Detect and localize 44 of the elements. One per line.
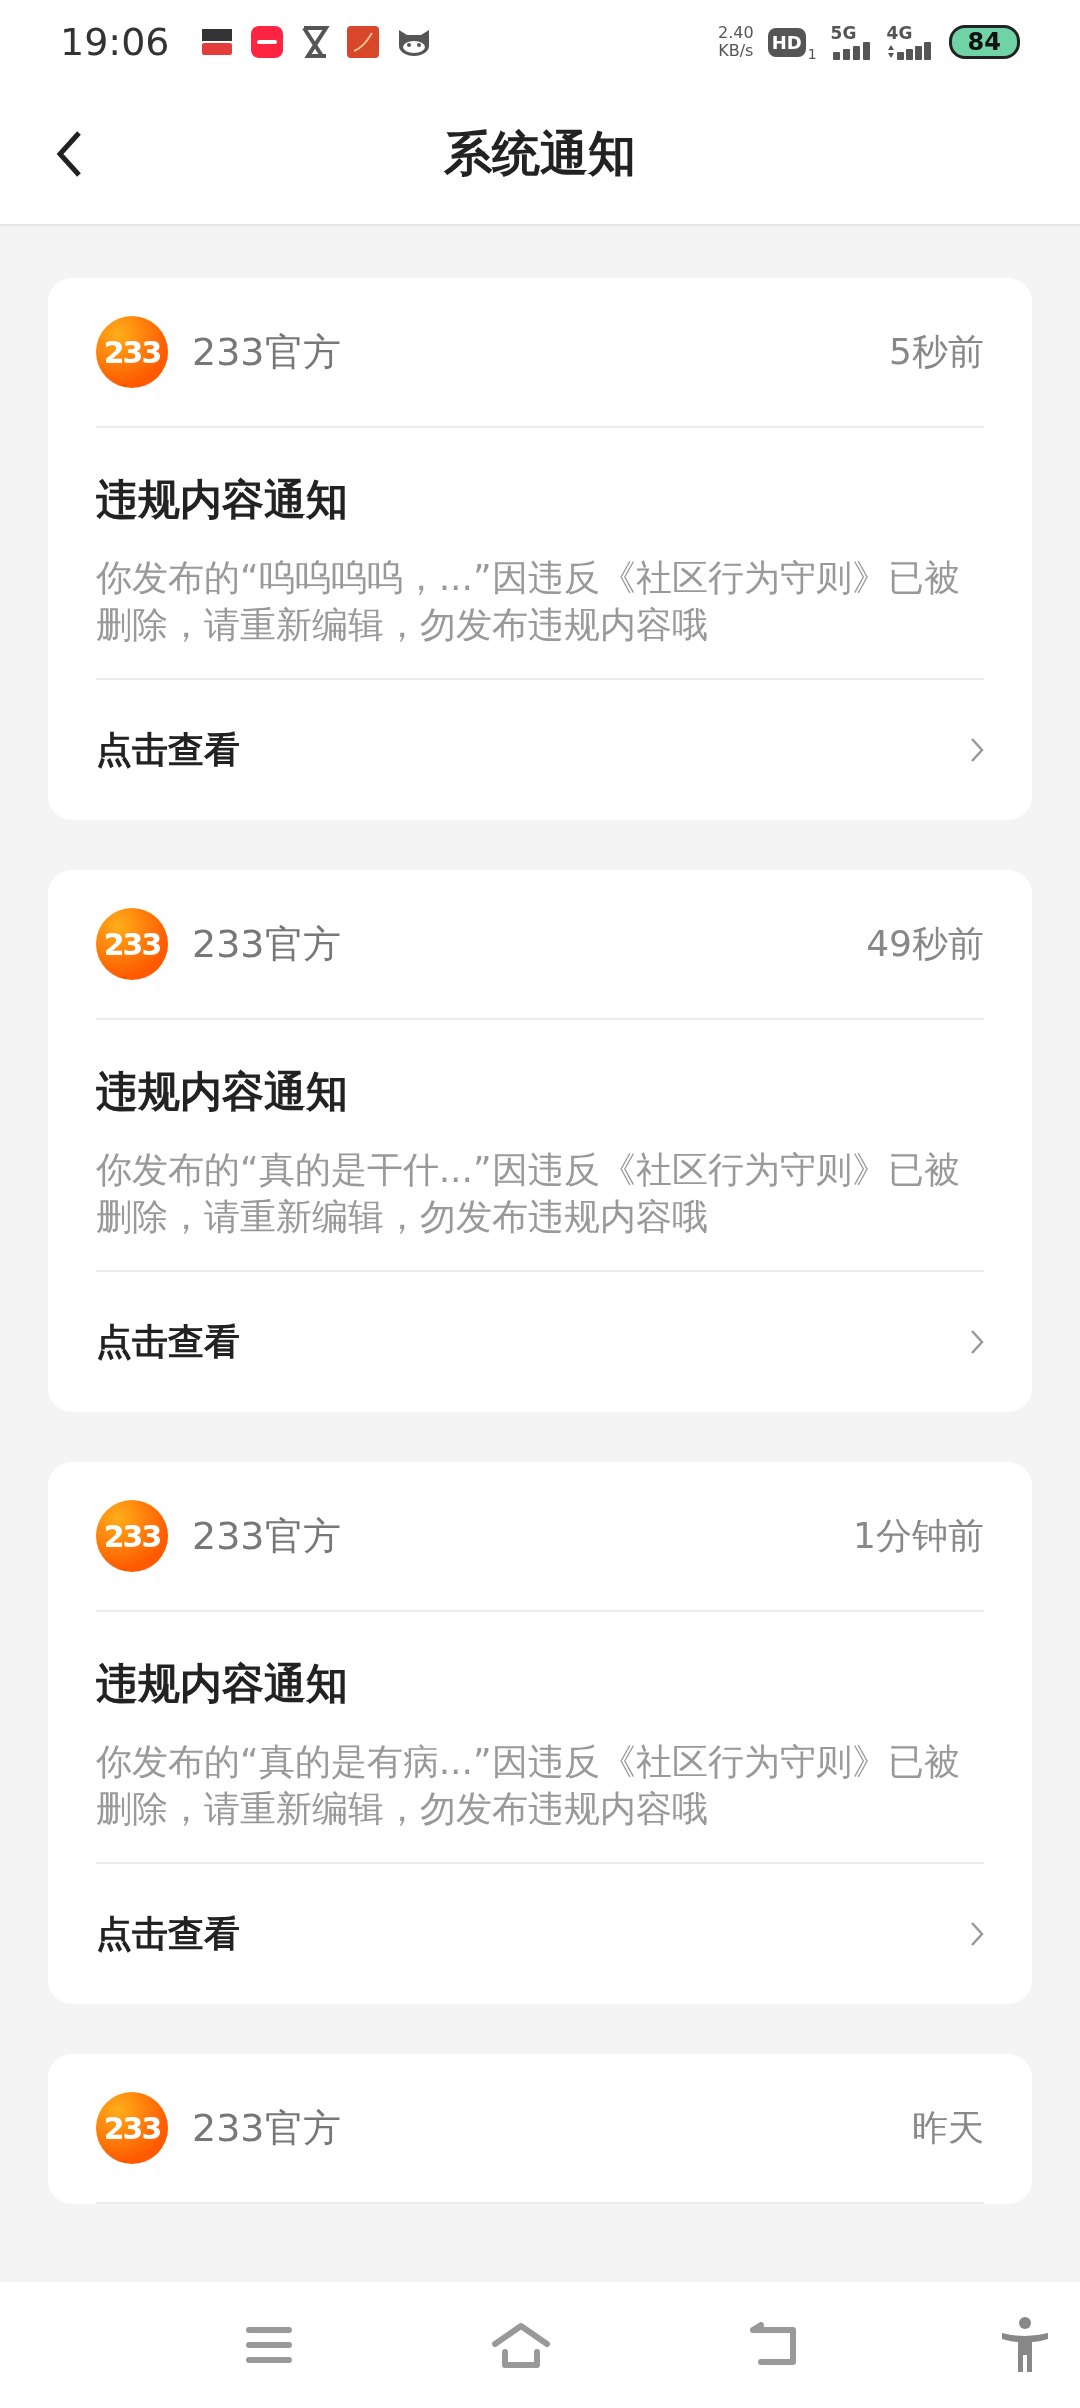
chevron-right-icon [970, 1329, 984, 1355]
accessibility-icon[interactable] [999, 2317, 1050, 2373]
notification-body: 你发布的“呜呜呜呜，...”因违反《社区行为守则》已被删除，请重新编辑，勿发布违规内容哦 [96, 556, 961, 647]
view-details-link[interactable]: 点击查看 [96, 1864, 984, 2004]
chevron-right-icon [970, 737, 984, 763]
notification-title: 违规内容通知 [96, 474, 349, 526]
notification-title: 违规内容通知 [96, 1066, 349, 1118]
sender-name: 233官方 [192, 1512, 342, 1560]
official-logo: 233 [96, 908, 168, 980]
notification-card[interactable]: 233 233官方 5秒前 违规内容通知 你发布的“呜呜呜呜，...”因违反《社区行为守则》已被删除，请重新编辑，勿发布违规内容哦 点击查看 [48, 278, 1032, 820]
view-details-link[interactable]: 点击查看 [96, 1272, 984, 1412]
network-type: 4G [886, 24, 913, 42]
battery-indicator: 84 [948, 25, 1020, 59]
notification-time: 1分钟前 [853, 1513, 984, 1558]
notification-time: 昨天 [912, 2105, 984, 2150]
sender-name: 233官方 [192, 920, 342, 968]
official-logo: 233 [96, 316, 168, 388]
network-type: 5G [830, 24, 857, 42]
home-icon[interactable] [490, 2322, 551, 2368]
view-details-link[interactable]: 点击查看 [96, 680, 984, 820]
official-logo: 233 [96, 1500, 168, 1572]
sender-name: 233官方 [192, 328, 342, 376]
net-speed: 2.40 [718, 24, 754, 42]
official-logo: 233 [96, 2092, 168, 2164]
sender-name: 233官方 [192, 2104, 342, 2152]
notification-body: 你发布的“真的是有病...”因违反《社区行为守则》已被删除，请重新编辑，勿发布违规内容哦 [96, 1740, 961, 1831]
notification-card[interactable]: 233 233官方 49秒前 违规内容通知 你发布的“真的是干什...”因违反《社区行为守则》已被删除，请重新编辑，勿发布违规内容哦 点击查看 [48, 870, 1032, 1412]
page-title: 系统通知 [444, 124, 636, 183]
notification-card[interactable]: 233 233官方 昨天 [48, 2054, 1032, 2204]
app-icon [345, 25, 380, 59]
notification-body: 你发布的“真的是干什...”因违反《社区行为守则》已被删除，请重新编辑，勿发布违规内容哦 [96, 1148, 961, 1239]
notification-time: 5秒前 [889, 329, 984, 374]
menu-icon[interactable] [246, 2326, 292, 2364]
notification-card[interactable]: 233 233官方 1分钟前 违规内容通知 你发布的“真的是有病...”因违反《社区行为守则》已被删除，请重新编辑，勿发布违规内容哦 点击查看 [48, 1462, 1032, 2004]
signal-icon [830, 42, 873, 60]
notification-time: 49秒前 [866, 921, 984, 966]
net-unit: KB/s [718, 42, 754, 60]
hd-badge: HD [767, 27, 806, 57]
sim-number: 1 [807, 46, 817, 62]
app-icon [249, 25, 284, 59]
status-time: 19:06 [60, 20, 170, 64]
chevron-right-icon [970, 1921, 984, 1947]
notification-title: 违规内容通知 [96, 1658, 349, 1710]
back-icon[interactable] [54, 129, 84, 179]
